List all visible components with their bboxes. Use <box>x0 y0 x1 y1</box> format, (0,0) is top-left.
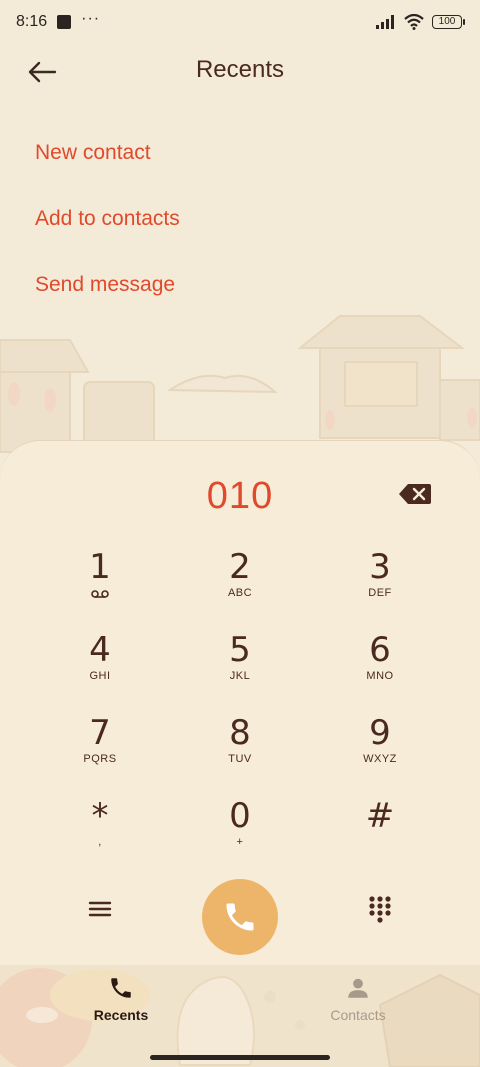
key-letters: MNO <box>366 670 394 682</box>
dialpad-toggle-icon[interactable] <box>366 893 394 923</box>
tab-recents[interactable]: Recents <box>61 975 181 1023</box>
key-letters: GHI <box>89 670 111 682</box>
tab-label: Contacts <box>330 1007 386 1023</box>
key-digit: 8 <box>229 713 251 753</box>
key-digit: 3 <box>369 547 391 587</box>
tab-label: Recents <box>93 1007 149 1023</box>
status-left: 8:16 ··· <box>16 10 101 31</box>
wifi-icon <box>404 14 424 30</box>
key-5[interactable]: 5 JKL <box>170 624 310 707</box>
key-star[interactable]: * , <box>30 790 170 873</box>
key-4[interactable]: 4 GHI <box>30 624 170 707</box>
key-letters: WXYZ <box>363 753 397 765</box>
background-scenery-illustration <box>0 315 480 453</box>
voicemail-icon <box>91 590 109 598</box>
key-digit: # <box>365 796 395 836</box>
status-time: 8:16 <box>16 13 48 30</box>
key-2[interactable]: 2 ABC <box>170 541 310 624</box>
key-1[interactable]: 1 <box>30 541 170 624</box>
bottom-navigation: Recents Contacts <box>0 965 480 1067</box>
new-contact-option[interactable]: New contact <box>35 136 180 202</box>
backspace-icon[interactable] <box>398 483 432 505</box>
key-letters: PQRS <box>83 753 117 765</box>
page-title: Recents <box>195 56 285 83</box>
key-hash[interactable]: # <box>310 790 450 873</box>
dialer-panel: 010 1 2 ABC 3 DEF 4 GHI 5 JKL 6 MNO 7 PQ… <box>0 440 480 965</box>
phone-icon <box>226 903 254 931</box>
key-digit: * <box>91 796 109 836</box>
key-letters: , <box>98 836 102 848</box>
key-digit: 4 <box>89 630 111 670</box>
status-right: 100 <box>376 14 465 30</box>
key-letters: JKL <box>229 670 251 682</box>
key-digit: 6 <box>369 630 391 670</box>
key-letters: TUV <box>228 753 252 765</box>
key-letters: DEF <box>368 587 392 599</box>
key-6[interactable]: 6 MNO <box>310 624 450 707</box>
keypad: 1 2 ABC 3 DEF 4 GHI 5 JKL 6 MNO 7 PQRS 8… <box>30 541 450 873</box>
key-digit: 2 <box>229 547 251 587</box>
more-notifications-icon: ··· <box>81 10 101 27</box>
key-digit: 1 <box>89 547 111 587</box>
battery-icon: 100 <box>432 15 465 29</box>
key-letters: + <box>236 836 244 848</box>
key-letters: ABC <box>227 587 253 599</box>
phone-icon <box>111 978 131 998</box>
key-7[interactable]: 7 PQRS <box>30 707 170 790</box>
tab-contacts[interactable]: Contacts <box>298 975 418 1023</box>
signal-icon <box>376 15 394 29</box>
home-indicator[interactable] <box>150 1055 330 1060</box>
key-digit: 9 <box>369 713 391 753</box>
add-to-contacts-option[interactable]: Add to contacts <box>35 202 180 268</box>
person-icon <box>348 978 368 998</box>
key-0[interactable]: 0 + <box>170 790 310 873</box>
key-3[interactable]: 3 DEF <box>310 541 450 624</box>
dialer-actions <box>0 879 480 959</box>
call-button[interactable] <box>202 879 278 955</box>
key-digit: 5 <box>229 630 251 670</box>
key-digit: 0 <box>229 796 251 836</box>
key-8[interactable]: 8 TUV <box>170 707 310 790</box>
notification-square-icon <box>57 15 72 29</box>
status-bar: 8:16 ··· 100 <box>0 0 480 44</box>
key-9[interactable]: 9 WXYZ <box>310 707 450 790</box>
menu-icon[interactable] <box>86 895 114 923</box>
key-digit: 7 <box>89 713 111 753</box>
header: Recents <box>0 44 480 100</box>
